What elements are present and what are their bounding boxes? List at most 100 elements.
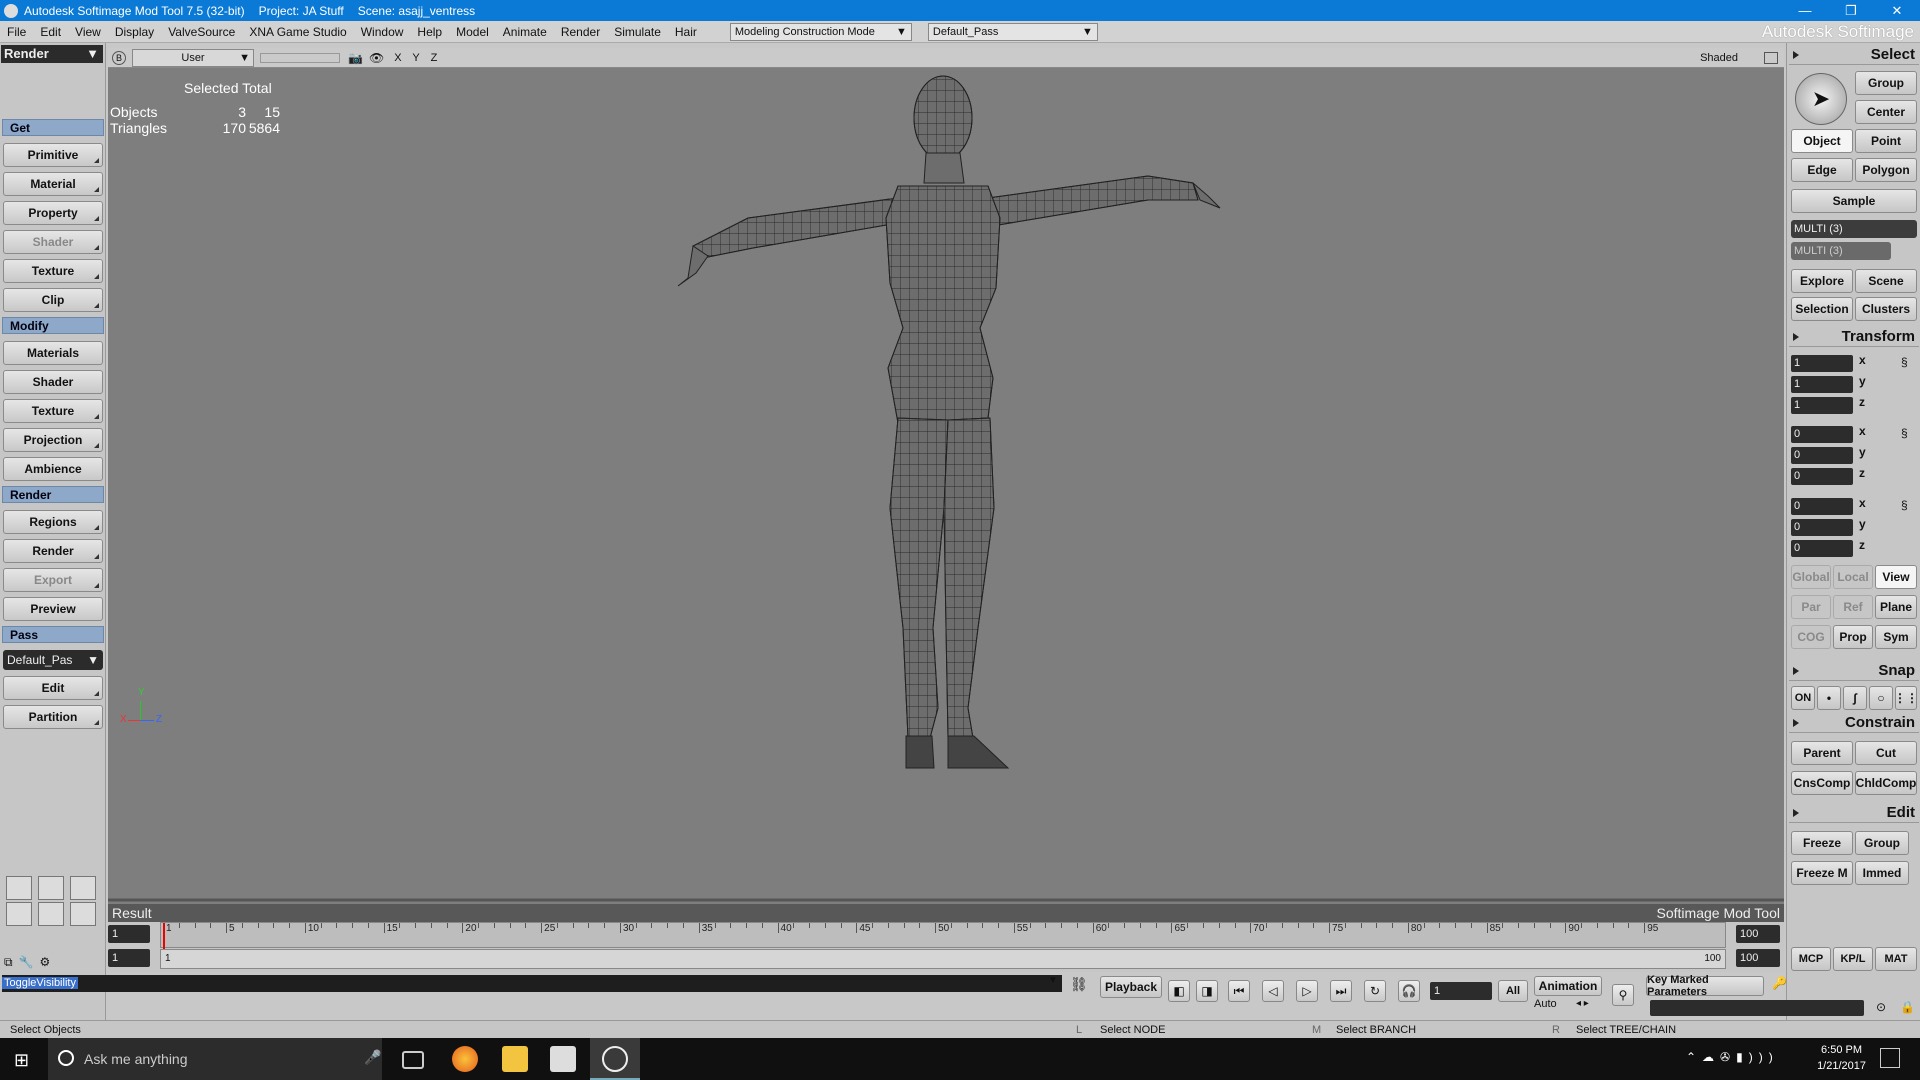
- menu-xna-game-studio[interactable]: XNA Game Studio: [242, 25, 353, 39]
- kpl-tab[interactable]: KP/L: [1833, 947, 1873, 971]
- gear-icon[interactable]: ⚙: [40, 955, 51, 969]
- menu-animate[interactable]: Animate: [496, 25, 554, 39]
- search-box[interactable]: Ask me anything: [48, 1038, 382, 1080]
- chldcomp-button[interactable]: ChldComp: [1855, 771, 1917, 795]
- loop-icon[interactable]: ↻: [1364, 980, 1386, 1002]
- task-view-icon[interactable]: [402, 1051, 424, 1069]
- audio-icon[interactable]: 🎧: [1398, 980, 1420, 1002]
- first-frame-icon[interactable]: ⏮: [1228, 980, 1250, 1002]
- group-edit-button[interactable]: Group: [1855, 831, 1909, 855]
- file-explorer-icon[interactable]: [502, 1046, 528, 1072]
- camera-combo[interactable]: User ▼: [132, 48, 254, 67]
- sym-button[interactable]: Sym: [1875, 625, 1917, 649]
- eye-icon[interactable]: 👁: [369, 51, 384, 65]
- immed-button[interactable]: Immed: [1855, 861, 1909, 885]
- animation-button[interactable]: Animation: [1534, 976, 1602, 996]
- key-icon[interactable]: ⚲: [1612, 984, 1634, 1006]
- get-shader-button[interactable]: Shader: [3, 230, 103, 254]
- edit-header[interactable]: Edit: [1789, 803, 1919, 823]
- viewport-layout-icon[interactable]: [6, 876, 32, 900]
- axis-toggles[interactable]: X Y Z: [394, 52, 441, 64]
- view-button[interactable]: View: [1875, 565, 1917, 589]
- ref-button[interactable]: Ref: [1833, 595, 1873, 619]
- camera-icon[interactable]: 📷: [348, 51, 363, 65]
- current-frame-field[interactable]: 1: [1430, 982, 1492, 1000]
- playback-button[interactable]: Playback: [1100, 976, 1162, 998]
- all-button[interactable]: All: [1498, 980, 1528, 1002]
- menu-hair[interactable]: Hair: [668, 25, 704, 39]
- menu-help[interactable]: Help: [410, 25, 449, 39]
- freeze-button[interactable]: Freeze: [1791, 831, 1853, 855]
- snap-curve-icon[interactable]: ∫: [1843, 686, 1867, 710]
- timeline-ruler[interactable]: 1 5 10 15 20 25 30 35 40 45 50 55 60 65 70 75 80 85 90 95: [160, 922, 1726, 949]
- get-property-button[interactable]: Property: [3, 201, 103, 225]
- cog-button[interactable]: COG: [1791, 625, 1831, 649]
- snap-grid-icon[interactable]: ⋮⋮: [1894, 686, 1918, 710]
- viewport-layout-icon[interactable]: [6, 902, 32, 926]
- render-preview-button[interactable]: Preview: [3, 597, 103, 621]
- menu-edit[interactable]: Edit: [33, 25, 68, 39]
- polygon-button[interactable]: Polygon: [1855, 158, 1917, 182]
- rot-z-field[interactable]: 0: [1791, 468, 1853, 485]
- store-icon[interactable]: [550, 1046, 576, 1072]
- play-icon[interactable]: ▷: [1296, 980, 1318, 1002]
- selection-field[interactable]: MULTI (3): [1791, 220, 1917, 238]
- freeze-m-button[interactable]: Freeze M: [1791, 861, 1853, 885]
- render-export-button[interactable]: Export: [3, 568, 103, 592]
- command-line[interactable]: ToggleVisibility: [2, 975, 1062, 992]
- toolbar-dropdown[interactable]: Render ▼: [1, 45, 103, 63]
- transform-header[interactable]: Transform: [1789, 327, 1919, 347]
- pass-edit-button[interactable]: Edit: [3, 676, 103, 700]
- modify-projection-button[interactable]: Projection: [3, 428, 103, 452]
- close-icon[interactable]: ✕: [1874, 0, 1920, 21]
- shading-mode[interactable]: Shaded: [1700, 52, 1738, 64]
- trans-y-field[interactable]: 0: [1791, 519, 1853, 536]
- menu-simulate[interactable]: Simulate: [607, 25, 668, 39]
- 3d-viewport[interactable]: Y X Z: [108, 68, 1784, 904]
- trans-z-field[interactable]: 0: [1791, 540, 1853, 557]
- select-header[interactable]: Select: [1789, 45, 1919, 65]
- constrain-header[interactable]: Constrain: [1789, 713, 1919, 733]
- modify-shader-button[interactable]: Shader: [3, 370, 103, 394]
- global-button[interactable]: Global: [1791, 565, 1831, 589]
- menu-render[interactable]: Render: [554, 25, 607, 39]
- pass-list-combo[interactable]: Default_Pas ▼: [3, 650, 103, 670]
- sample-button[interactable]: Sample: [1791, 189, 1917, 213]
- timeline-start-field[interactable]: 1: [108, 925, 150, 943]
- s-icon[interactable]: §: [1901, 355, 1908, 369]
- t-icon[interactable]: §: [1901, 498, 1908, 512]
- center-button[interactable]: Center: [1855, 100, 1917, 124]
- auto-key-toggle[interactable]: Auto: [1534, 998, 1557, 1010]
- get-texture-button[interactable]: Texture: [3, 259, 103, 283]
- scale-z-field[interactable]: 1: [1791, 397, 1853, 414]
- mcp-tab[interactable]: MCP: [1791, 947, 1831, 971]
- mat-tab[interactable]: MAT: [1875, 947, 1917, 971]
- scene-button[interactable]: Scene: [1855, 269, 1917, 293]
- section-get[interactable]: Get: [2, 119, 104, 136]
- section-modify[interactable]: Modify: [2, 317, 104, 334]
- edge-button[interactable]: Edge: [1791, 158, 1853, 182]
- section-render[interactable]: Render: [2, 486, 104, 503]
- script-icon[interactable]: ⧉: [4, 955, 13, 970]
- snap-circle-icon[interactable]: ○: [1869, 686, 1893, 710]
- rot-x-field[interactable]: 0: [1791, 426, 1853, 443]
- snap-on-button[interactable]: ON: [1791, 686, 1815, 710]
- key-marked-parameters-button[interactable]: Key Marked Parameters: [1646, 974, 1764, 998]
- select-arrow-icon[interactable]: ➤: [1795, 73, 1847, 125]
- viewport-layout-icon[interactable]: [70, 902, 96, 926]
- selection-button[interactable]: Selection: [1791, 297, 1853, 321]
- timeline-start-field-2[interactable]: 1: [108, 949, 150, 967]
- modify-texture-button[interactable]: Texture: [3, 399, 103, 423]
- pass-partition-button[interactable]: Partition: [3, 705, 103, 729]
- timeline-end-field[interactable]: 100: [1736, 925, 1780, 943]
- parent-button[interactable]: Parent: [1791, 741, 1853, 765]
- menu-model[interactable]: Model: [449, 25, 496, 39]
- cut-button[interactable]: Cut: [1855, 741, 1917, 765]
- timeline-end-field-2[interactable]: 100: [1736, 949, 1780, 967]
- cnscomp-button[interactable]: CnsComp: [1791, 771, 1853, 795]
- windows-start-icon[interactable]: ⊞: [14, 1050, 29, 1071]
- mode-combo[interactable]: Modeling Construction Mode ▼: [729, 22, 912, 41]
- key-slider[interactable]: [1650, 1000, 1864, 1016]
- get-clip-button[interactable]: Clip: [3, 288, 103, 312]
- viewport-layout-icon[interactable]: [38, 902, 64, 926]
